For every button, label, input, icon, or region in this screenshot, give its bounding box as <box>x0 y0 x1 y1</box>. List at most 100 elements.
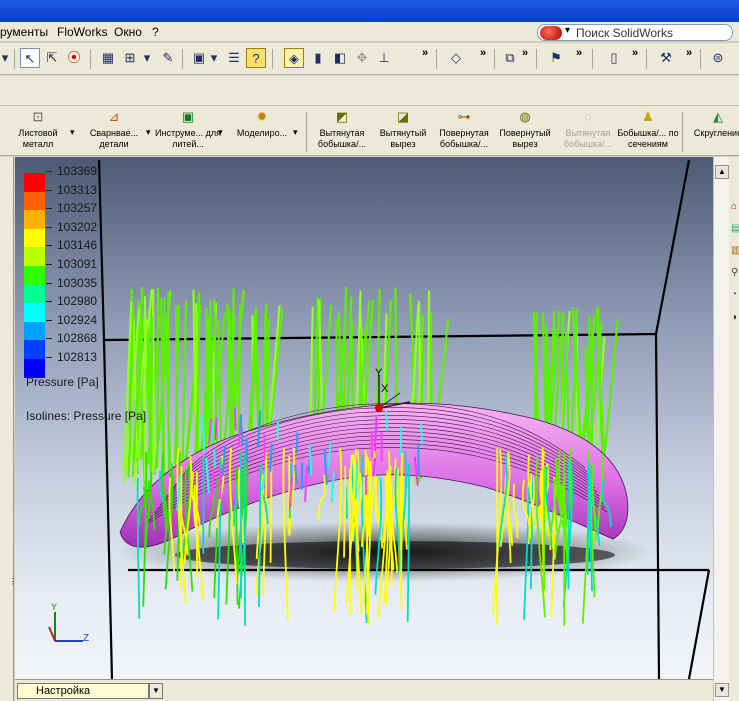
display-style-icon[interactable]: ◧ <box>330 48 350 68</box>
view-palette-icon[interactable]: ◔ <box>731 289 739 303</box>
swept-boss-icon: ◌ <box>584 109 592 124</box>
edit-appearance-icon[interactable]: ✎ <box>158 48 178 68</box>
streamline <box>586 461 590 575</box>
chevron-down-icon[interactable]: ▾ <box>565 25 570 36</box>
view-orientation-icon[interactable]: ▣ <box>189 48 209 68</box>
dropdown-arrow-icon[interactable]: ▾ <box>293 127 298 138</box>
measure-icon[interactable]: ⊥ <box>374 48 394 68</box>
dropdown-arrow-icon[interactable]: ▾ <box>146 127 151 138</box>
dropdown-arrow-icon[interactable]: ▾ <box>142 48 152 68</box>
legend-value: 103369 <box>57 164 98 178</box>
search-icon[interactable]: ⚲ <box>731 267 739 281</box>
chevron-down-icon[interactable]: ▼ <box>149 683 163 699</box>
triad-y-label: Y <box>375 367 383 379</box>
addin-icon[interactable]: ⊜ <box>708 48 728 68</box>
rotate-view-icon[interactable]: ◇ <box>446 48 466 68</box>
appearances-icon[interactable]: ◑ <box>731 312 739 326</box>
triad-x-label: X <box>381 383 389 395</box>
dropdown-arrow-icon[interactable]: ▾ <box>218 127 223 138</box>
cmd-revolved-boss-label: Повернутая бобышка/... <box>439 128 489 149</box>
shaded-with-edges-icon[interactable]: ◈ <box>284 48 304 68</box>
legend-value: 102924 <box>57 312 98 327</box>
cmd-modeling[interactable]: ✹ Моделиро... <box>226 108 298 139</box>
rebuild-traffic-light-icon[interactable]: ⦿ <box>64 48 84 68</box>
streamline <box>167 292 171 481</box>
search-solidworks-box[interactable]: ▾ Поиск SolidWorks <box>537 24 733 41</box>
revolved-boss-icon: ⊶ <box>457 109 471 124</box>
toolbar-more-icon[interactable]: » <box>522 47 528 59</box>
tools-icon[interactable]: ⚒ <box>656 48 676 68</box>
modeling-icon: ✹ <box>256 109 268 124</box>
streamline <box>417 442 420 477</box>
legend-tick <box>46 319 52 321</box>
select-other-icon[interactable]: ⇱ <box>42 48 62 68</box>
vertical-scrollbar[interactable]: ▲ ▼ <box>713 157 729 701</box>
streamline <box>181 299 188 472</box>
streamline <box>156 287 160 468</box>
cmd-revolved-cut-label: Повернутый вырез <box>499 128 551 149</box>
revolved-cut-icon: ◍ <box>519 109 531 124</box>
cmd-sheet-metal[interactable]: ⊡ Листовой металл <box>2 108 74 150</box>
sheet-metal-icon: ⊡ <box>32 109 44 124</box>
toolbar-more-icon[interactable]: » <box>422 47 428 59</box>
menu-floworks[interactable]: FloWorks <box>57 25 107 39</box>
streamline <box>218 467 222 500</box>
toolbar-more-icon[interactable]: » <box>576 47 582 59</box>
graphics-area[interactable]: 103369 103313 103257 103202 103146 103091 1030… <box>15 157 713 679</box>
streamline <box>372 457 377 477</box>
legend-value: 103146 <box>57 238 98 253</box>
legend-tick <box>46 226 52 228</box>
dropdown-arrow-icon[interactable]: ▾ <box>209 48 219 68</box>
section-view-icon[interactable]: ▮ <box>308 48 328 68</box>
dropdown-arrow-icon[interactable]: ▾ <box>70 127 75 138</box>
legend-value: 103035 <box>57 275 98 290</box>
scroll-down-icon[interactable]: ▼ <box>715 683 729 697</box>
streamline <box>400 460 403 595</box>
resources-icon[interactable]: ⌂ <box>731 201 739 215</box>
toolbar-gap <box>0 76 739 106</box>
legend-value: 103202 <box>57 219 98 234</box>
mold-tools-icon: ▣ <box>181 109 195 124</box>
design-library-icon[interactable]: ▤ <box>731 223 739 237</box>
cmd-mold-tools[interactable]: ▣ Инструме... для литей... <box>152 108 224 150</box>
cmd-fillet[interactable]: ◭ Скругление <box>682 108 739 139</box>
options-icon[interactable]: ⊞ <box>120 48 140 68</box>
toolbar-more-icon[interactable]: » <box>686 47 692 59</box>
cmd-revolved-cut[interactable]: ◍ Повернутый вырез <box>489 108 561 150</box>
grid-icon[interactable]: ▦ <box>98 48 118 68</box>
solidworks-window: рументы FloWorks Окно ? ▾ Поиск SolidWor… <box>0 0 739 701</box>
legend-value: 102980 <box>57 294 98 309</box>
scroll-up-icon[interactable]: ▲ <box>715 165 729 179</box>
legend-tick <box>46 338 52 340</box>
menu-help[interactable]: ? <box>152 25 159 39</box>
select-pointer-icon[interactable]: ↖ <box>20 48 40 68</box>
search-input[interactable]: Поиск SolidWorks <box>576 26 673 40</box>
file-explorer-icon[interactable]: ▥ <box>731 245 739 259</box>
help-icon[interactable]: ? <box>246 48 266 68</box>
view-triad-y: Y <box>51 602 58 612</box>
cmd-weldments[interactable]: ⊿ Сварнвае... детали <box>78 108 150 150</box>
properties-icon[interactable]: ☰ <box>224 48 244 68</box>
panel-grip-icon[interactable]: ⋮ <box>9 577 17 597</box>
move-icon[interactable]: ✥ <box>352 48 372 68</box>
menu-tools[interactable]: рументы <box>0 25 48 39</box>
legend-tick <box>46 208 52 210</box>
configuration-select[interactable]: Настройка <box>17 683 149 699</box>
legend-title: Pressure [Pa] <box>26 375 99 389</box>
streamline <box>214 417 218 441</box>
solidworks-logo-icon[interactable] <box>540 26 562 40</box>
toolbar-more-icon[interactable]: » <box>480 47 486 59</box>
new-document-icon[interactable]: ▯ <box>604 48 624 68</box>
legend-tick <box>46 301 52 303</box>
cmd-lofted-boss[interactable]: ♟ Бобышка/... по сечениям <box>612 108 684 150</box>
legend-tick <box>46 264 52 265</box>
legend-value: 103313 <box>57 182 98 197</box>
command-manager: ⊡ Листовой металл ▾ ⊿ Сварнвае... детали… <box>0 106 739 156</box>
dropdown-arrow-icon[interactable]: ▾ <box>0 48 10 68</box>
assembly-icon[interactable]: ⧉ <box>500 48 520 68</box>
standard-toolbar: ▾ ↖ ⇱ ⦿ ▦ ⊞ ▾ ✎ ▣ ▾ ☰ ? ◈ ▮ ◧ ✥ ⊥ » ◇ » … <box>0 43 739 75</box>
checkered-flag-icon[interactable]: ⚑ <box>546 48 566 68</box>
menu-window[interactable]: Окно <box>114 25 142 39</box>
toolbar-more-icon[interactable]: » <box>632 47 638 59</box>
legend-swatch <box>24 191 45 211</box>
